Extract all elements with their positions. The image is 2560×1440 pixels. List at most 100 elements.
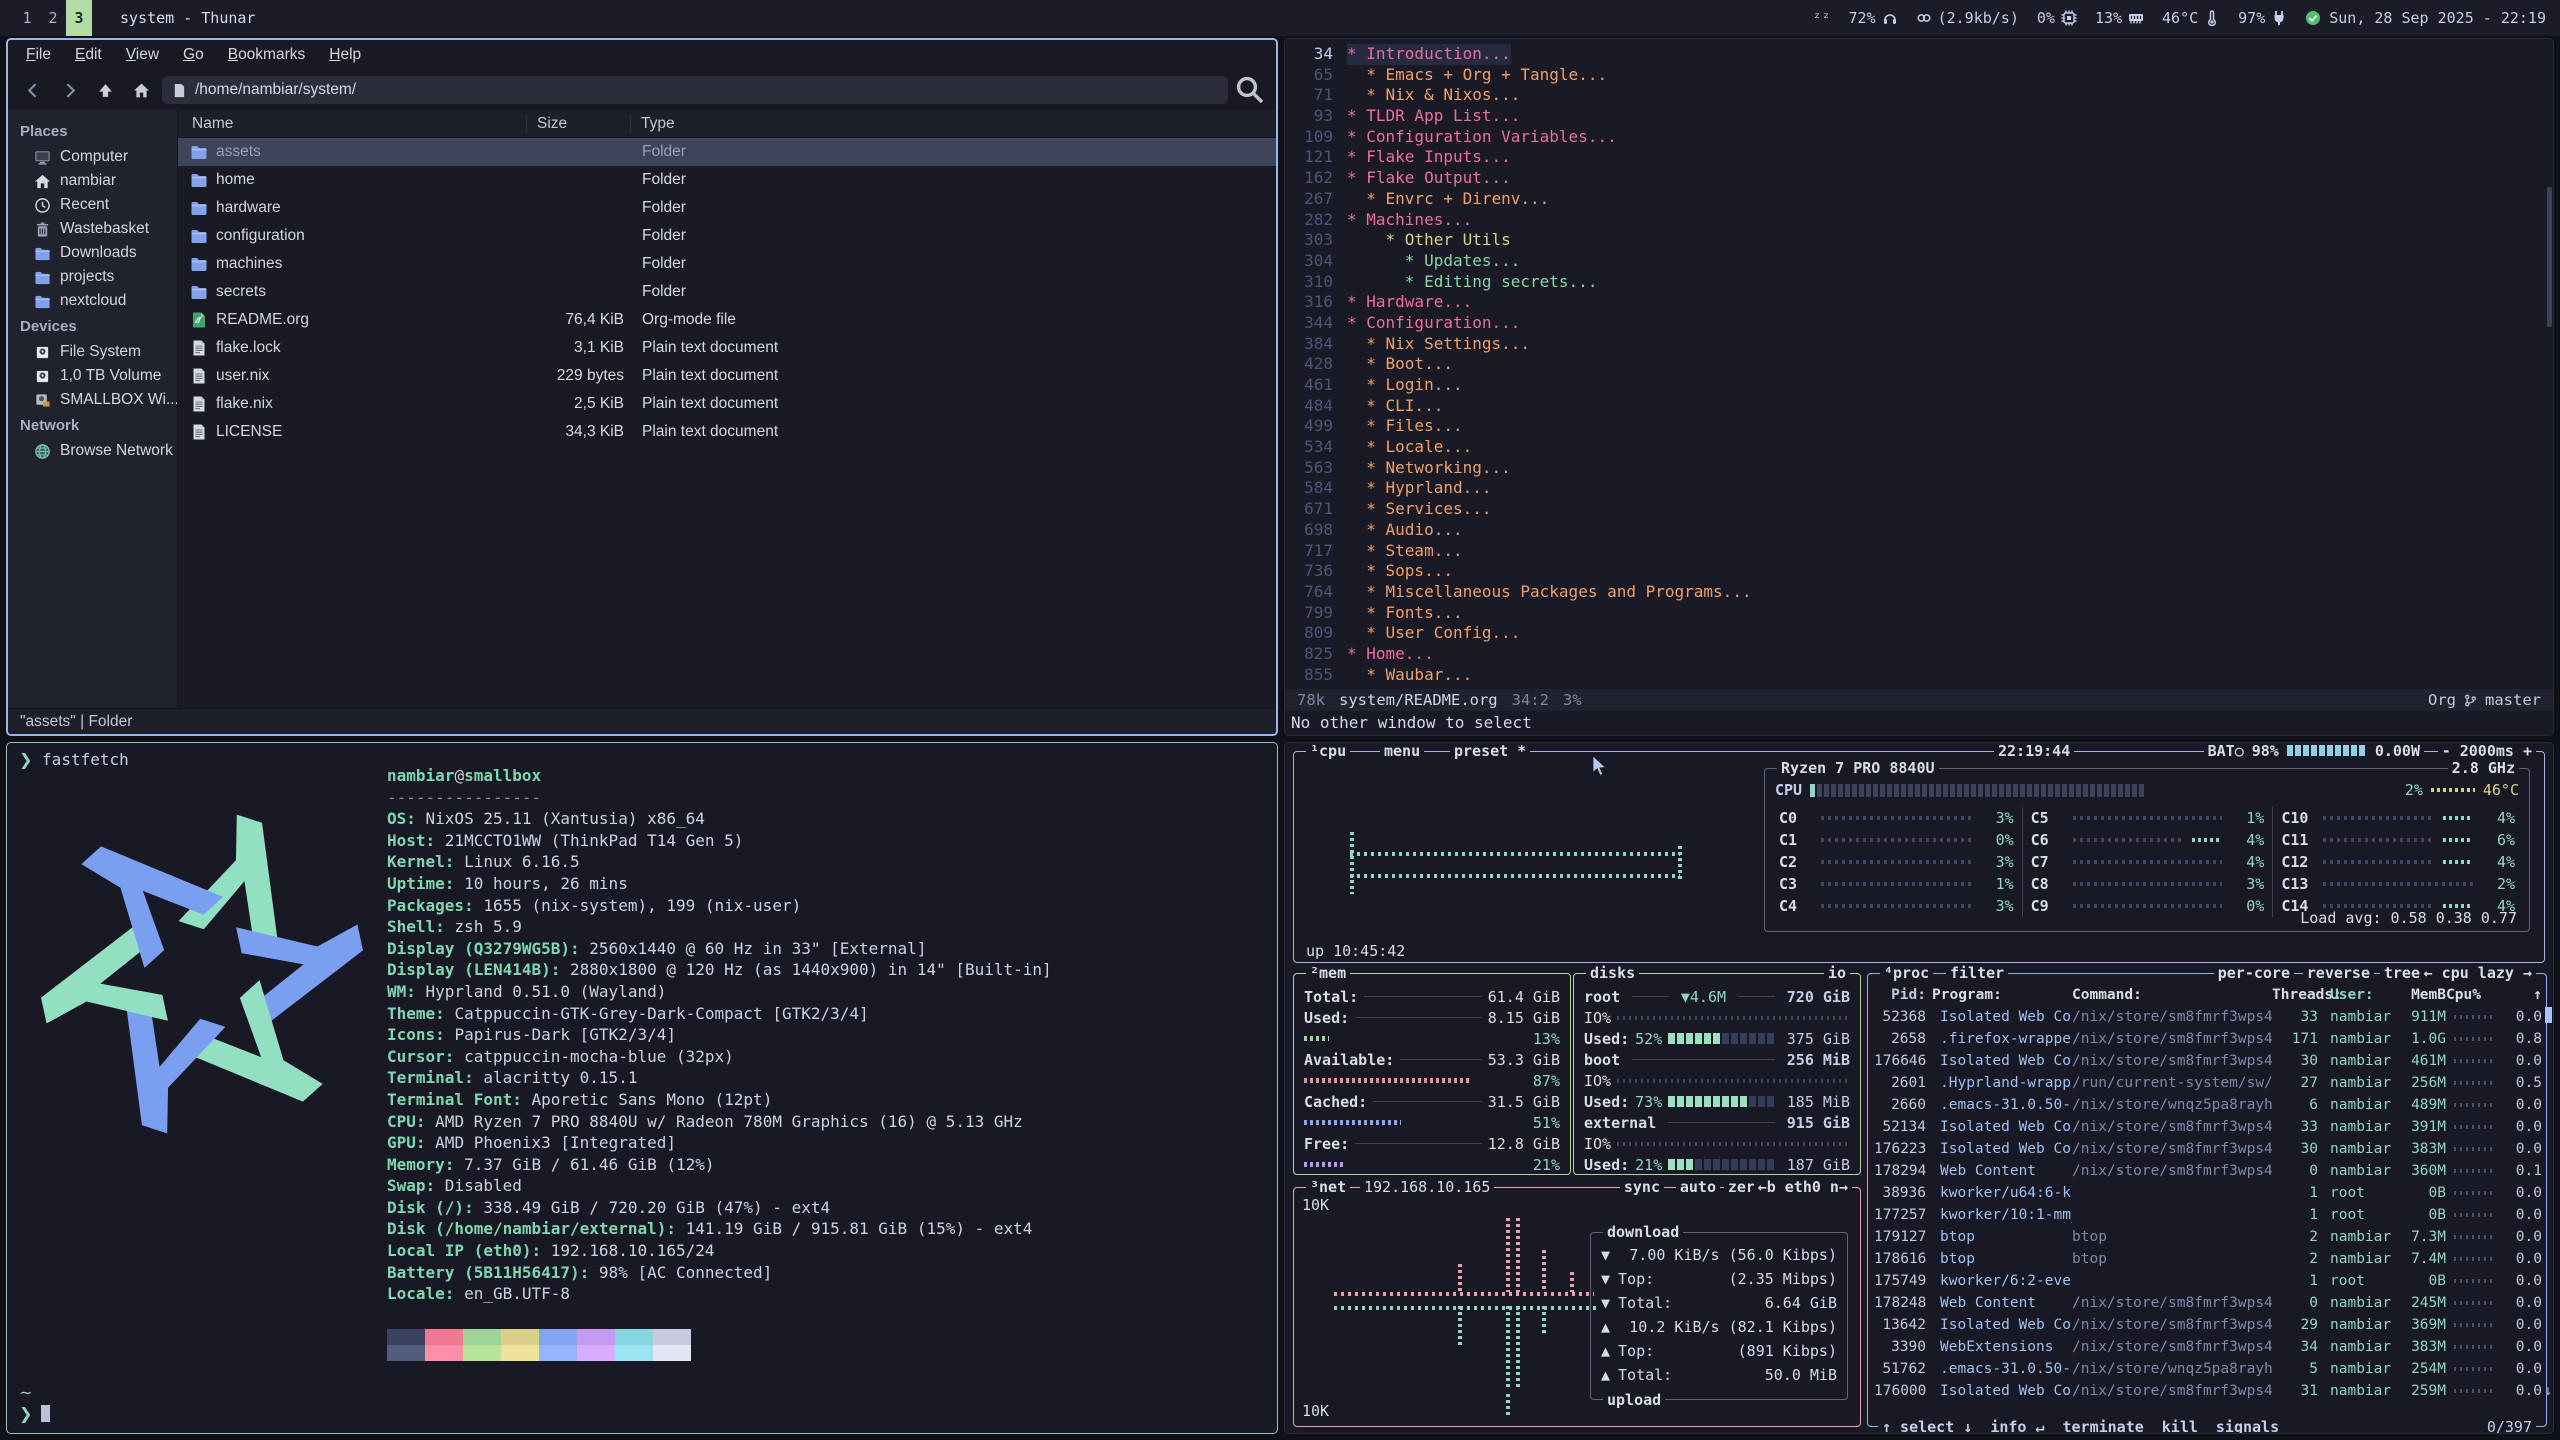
process-row[interactable]: 51762.emacs-31.0.50-/nix/store/wnqz5pa8r… [1868,1358,2546,1380]
process-row[interactable]: 178248Web Content/nix/store/sm8fmrf3wps4… [1868,1292,2546,1314]
menu-help[interactable]: Help [319,43,371,67]
process-row[interactable]: 52134Isolated Web Co/nix/store/sm8fmrf3w… [1868,1116,2546,1138]
file-row-assets[interactable]: assetsFolder [178,138,1276,166]
file-row-hardware[interactable]: hardwareFolder [178,194,1276,222]
column-header-type[interactable]: Type [630,115,1276,133]
net-interface-switcher[interactable]: ←b eth0 n→ [1754,1178,1852,1196]
proc-header-program[interactable]: Program: [1932,987,2072,1003]
filter-button[interactable]: filter [1946,964,2008,982]
process-row[interactable]: 13642Isolated Web Co/nix/store/sm8fmrf3w… [1868,1314,2546,1336]
status-module-cpu[interactable]: 0% [2037,9,2077,27]
proc-action-select[interactable]: ↑ select ↓ [1882,1418,1972,1434]
status-module-updates[interactable] [2305,10,2321,26]
sidebar-item-nambiar[interactable]: nambiar [8,169,177,193]
process-row[interactable]: 176223Isolated Web Co/nix/store/sm8fmrf3… [1868,1138,2546,1160]
process-table-header[interactable]: Pid:Program:Command:Threads:User:MemBCpu… [1868,984,2546,1006]
proc-action-signals[interactable]: signals [2216,1418,2279,1434]
cpu-box-label[interactable]: ¹cpu [1306,742,1350,760]
process-row[interactable]: 3390WebExtensions/nix/store/sm8fmrf3wps4… [1868,1336,2546,1358]
process-row[interactable]: 176646Isolated Web Co/nix/store/sm8fmrf3… [1868,1050,2546,1072]
proc-action-info[interactable]: info ↵ [1990,1418,2044,1434]
forward-button[interactable] [54,76,84,104]
file-row-machines[interactable]: machinesFolder [178,250,1276,278]
scrollbar-thumb[interactable] [2547,187,2552,327]
status-module-idle-inhibitor[interactable]: ᶻᶻ [1812,9,1830,27]
emacs-buffer[interactable]: 34* Introduction...65 * Emacs + Org + Ta… [1285,39,2553,689]
sidebar-item-file-system[interactable]: File System [8,340,177,364]
disks-box-label[interactable]: disks [1586,964,1639,982]
menu-button[interactable]: menu [1380,742,1424,760]
process-row[interactable]: 179127btopbtop2nambiar7.3M0.0 [1868,1226,2546,1248]
process-row[interactable]: 175749kworker/6:2-even1root0B0.0 [1868,1270,2546,1292]
workspace-button-3[interactable]: 3 [66,0,92,36]
io-toggle[interactable]: io [1824,964,1850,982]
column-header-size[interactable]: Size [526,115,630,133]
net-sync-toggle[interactable]: sync [1620,1178,1664,1196]
terminal-window[interactable]: ❯ fastfetch nambiar@smallbox------------… [6,742,1278,1434]
tree-toggle[interactable]: tree [2380,964,2424,982]
process-row[interactable]: 52368Isolated Web Co/nix/store/sm8fmrf3w… [1868,1006,2546,1028]
proc-header-command[interactable]: Command: [2072,987,2272,1003]
workspace-button-2[interactable]: 2 [40,0,66,36]
process-row[interactable]: 176000Isolated Web Co/nix/store/sm8fmrf3… [1868,1380,2546,1402]
sidebar-item-downloads[interactable]: Downloads [8,241,177,265]
file-row-secrets[interactable]: secretsFolder [178,278,1276,306]
process-row[interactable]: 178294Web Content/nix/store/sm8fmrf3wps4… [1868,1160,2546,1182]
status-module-battery[interactable]: 97% [2238,9,2287,27]
file-row-user-nix[interactable]: user.nix229 bytesPlain text document [178,362,1276,390]
reverse-toggle[interactable]: reverse [2303,964,2374,982]
proc-header-cpu[interactable]: Cpu% [2446,987,2504,1003]
process-row[interactable]: 38936kworker/u64:6-kc1root0B0.0 [1868,1182,2546,1204]
menu-go[interactable]: Go [173,43,214,67]
per-core-toggle[interactable]: per-core [2214,964,2294,982]
emacs-scrollbar[interactable] [2547,39,2552,689]
process-row[interactable]: 178616btopbtop2nambiar7.4M0.0 [1868,1248,2546,1270]
workspace-button-1[interactable]: 1 [14,0,40,36]
workspace-switcher[interactable]: 123 [14,0,92,36]
up-button[interactable] [90,76,120,104]
file-row-flake-nix[interactable]: flake.nix2,5 KiBPlain text document [178,390,1276,418]
file-row-home[interactable]: homeFolder [178,166,1276,194]
sidebar-item-browse-network[interactable]: Browse Network [8,439,177,463]
net-auto-toggle[interactable]: auto [1676,1178,1720,1196]
menu-file[interactable]: File [16,43,61,67]
clock[interactable]: Sun, 28 Sep 2025 - 22:19 [2329,9,2546,27]
status-module-temperature[interactable]: 46°C [2162,9,2220,27]
file-row-license[interactable]: LICENSE34,3 KiBPlain text document [178,418,1276,446]
sort-selector[interactable]: ← cpu lazy → [2420,964,2536,982]
sidebar-item-1-0-tb-volume[interactable]: 1,0 TB Volume [8,364,177,388]
home-button[interactable] [126,76,156,104]
proc-action-kill[interactable]: kill [2162,1418,2198,1434]
file-row-configuration[interactable]: configurationFolder [178,222,1276,250]
sidebar-item-computer[interactable]: Computer [8,145,177,169]
status-module-memory[interactable]: 13% [2095,9,2144,27]
sidebar-item-nextcloud[interactable]: nextcloud [8,289,177,313]
net-box-label[interactable]: ³net [1306,1178,1350,1196]
column-header-name[interactable]: Name [178,115,526,133]
file-row-flake-lock[interactable]: flake.lock3,1 KiBPlain text document [178,334,1276,362]
menu-bookmarks[interactable]: Bookmarks [218,43,316,67]
process-row[interactable]: 2601.Hyprland-wrapp/run/current-system/s… [1868,1072,2546,1094]
process-row[interactable]: 2658.firefox-wrappe/nix/store/sm8fmrf3wp… [1868,1028,2546,1050]
search-button[interactable] [1234,76,1266,104]
path-bar[interactable]: /home/nambiar/system/ [162,76,1228,104]
proc-header-[interactable]: ↑ [2504,987,2542,1003]
file-row-readme-org[interactable]: README.org76,4 KiBOrg-mode file [178,306,1276,334]
proc-box-label[interactable]: ⁴proc [1880,964,1933,982]
back-button[interactable] [18,76,48,104]
mem-box-label[interactable]: ²mem [1306,964,1350,982]
sidebar-item-projects[interactable]: projects [8,265,177,289]
sidebar-item-smallbox-wi-[interactable]: SMALLBOX Wi... [8,388,177,412]
process-row[interactable]: 177257kworker/10:1-mm_1root0B0.0 [1868,1204,2546,1226]
update-interval[interactable]: - 2000ms + [2438,742,2536,760]
process-row[interactable]: 2660.emacs-31.0.50-/nix/store/wnqz5pa8ra… [1868,1094,2546,1116]
sidebar-item-wastebasket[interactable]: Wastebasket [8,217,177,241]
sidebar-item-recent[interactable]: Recent [8,193,177,217]
proc-action-terminate[interactable]: terminate [2063,1418,2144,1434]
proc-header-threads[interactable]: Threads: [2272,987,2318,1003]
proc-header-user[interactable]: User: [2318,987,2394,1003]
menu-view[interactable]: View [116,43,169,67]
status-module-volume[interactable]: 72% [1849,9,1898,27]
menu-edit[interactable]: Edit [65,43,112,67]
preset-button[interactable]: preset * [1450,742,1530,760]
